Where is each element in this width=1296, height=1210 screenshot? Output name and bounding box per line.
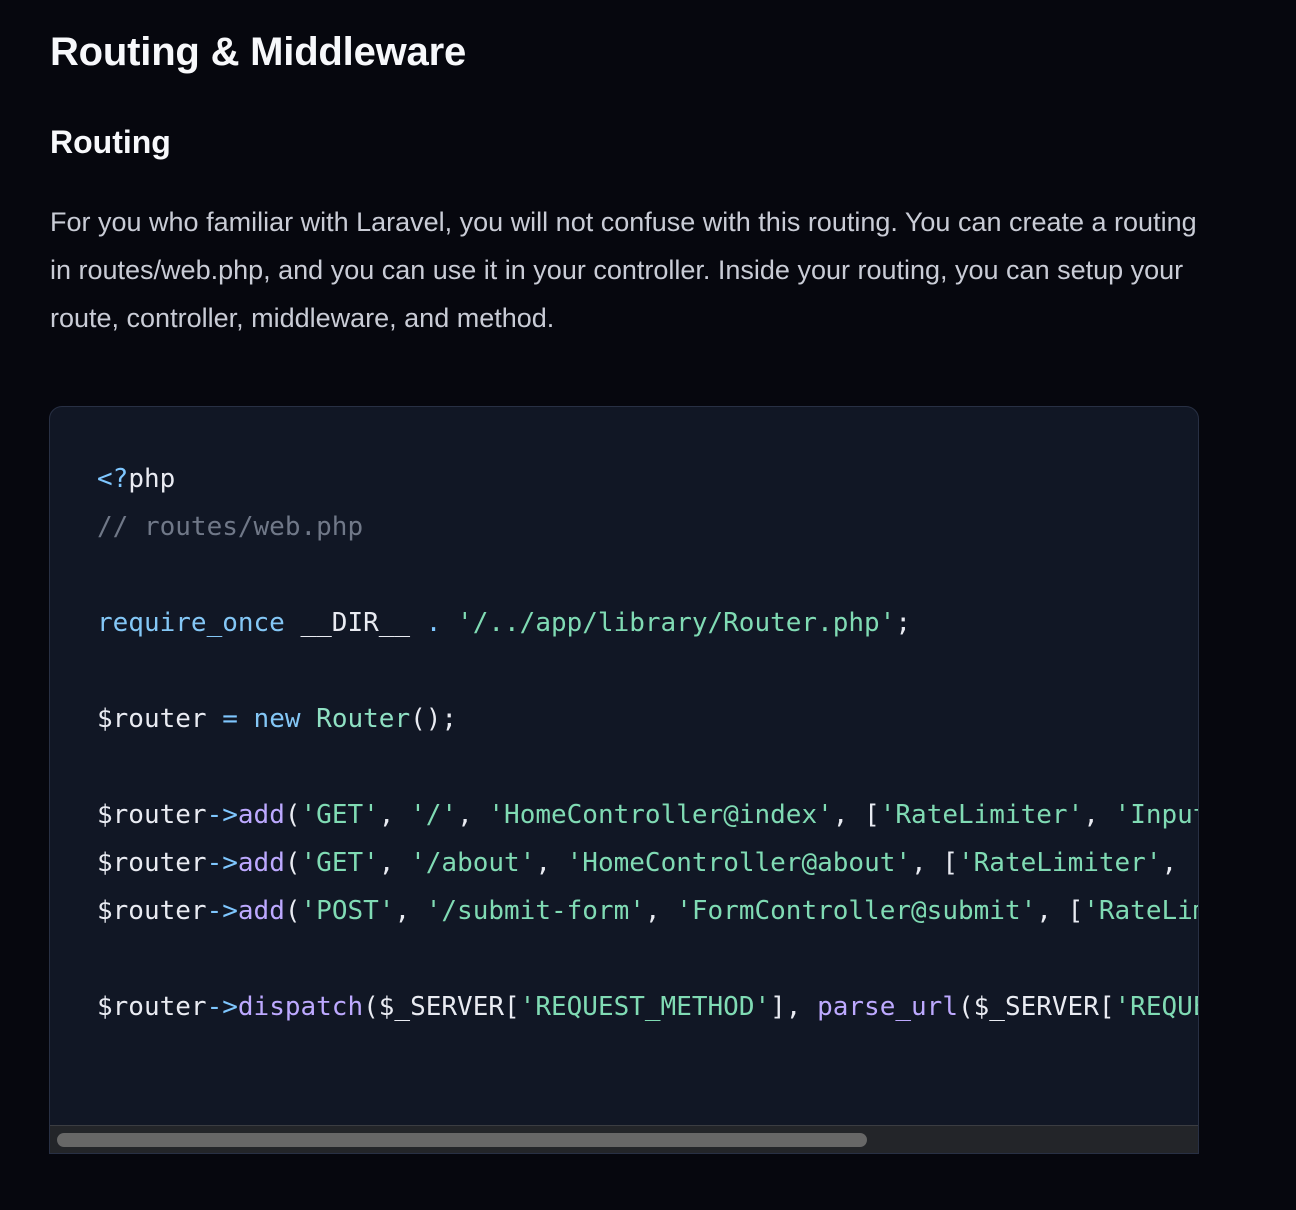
- code-line-8: $router->add('GET', '/', 'HomeController…: [97, 791, 1198, 839]
- object-arrow: ->: [206, 800, 238, 830]
- open-paren: (: [284, 896, 301, 926]
- server-variable: $_SERVER: [378, 992, 505, 1022]
- code-line-4: require_once __DIR__ . '/../app/library/…: [97, 599, 1198, 647]
- get-method-string: 'GET': [300, 848, 379, 878]
- assignment-operator: =: [222, 704, 238, 734]
- code-block[interactable]: <?php // routes/web.php require_once __D…: [49, 406, 1199, 1154]
- middleware-string: 'RateLimiter': [879, 800, 1084, 830]
- code-line-12: $router->dispatch($_SERVER['REQUEST_METH…: [97, 983, 1198, 1031]
- code-line-1: <?php: [97, 455, 1198, 503]
- argument-separator: ,: [457, 800, 489, 830]
- closing-separator: ],: [770, 992, 818, 1022]
- request-uri-key: 'REQUE: [1114, 992, 1198, 1022]
- router-variable: $router: [97, 848, 207, 878]
- router-variable: $router: [97, 896, 207, 926]
- concat-operator: .: [425, 608, 442, 638]
- php-open-tag: <?: [97, 464, 129, 494]
- semicolon: ;: [895, 608, 911, 638]
- object-arrow: ->: [206, 896, 238, 926]
- router-variable: $router: [97, 992, 207, 1022]
- controller-action-string: 'FormController@submit': [676, 896, 1037, 926]
- open-paren: (: [284, 848, 301, 878]
- open-bracket: [: [1098, 992, 1115, 1022]
- open-paren: (: [284, 800, 301, 830]
- add-method: add: [237, 896, 285, 926]
- route-path-string: '/about': [410, 848, 536, 878]
- route-path-string: '/': [410, 800, 458, 830]
- middleware-string: 'RateLimiter': [958, 848, 1162, 878]
- add-method: add: [237, 800, 285, 830]
- open-bracket: [: [504, 992, 520, 1022]
- object-arrow: ->: [206, 848, 238, 878]
- code-comment: // routes/web.php: [97, 512, 364, 542]
- argument-separator: ,: [378, 800, 411, 830]
- php-keyword: php: [128, 464, 176, 494]
- server-variable: $_SERVER: [973, 992, 1099, 1022]
- page-title: Routing & Middleware: [50, 30, 467, 74]
- open-bracket: [: [1067, 896, 1084, 926]
- middleware-string: 'Input: [1114, 800, 1198, 830]
- add-method: add: [237, 848, 285, 878]
- open-bracket: [: [942, 848, 958, 878]
- controller-action-string: 'HomeController@about': [566, 848, 912, 878]
- get-method-string: 'GET': [300, 800, 379, 830]
- code-line-6: $router = new Router();: [97, 695, 1198, 743]
- argument-separator: ,: [1036, 896, 1068, 926]
- argument-separator: ,: [911, 848, 943, 878]
- dispatch-method: dispatch: [237, 992, 364, 1022]
- post-method-string: 'POST': [300, 896, 395, 926]
- code-line-9: $router->add('GET', '/about', 'HomeContr…: [97, 839, 1198, 887]
- argument-separator: ,: [1083, 800, 1115, 830]
- argument-separator: ,: [535, 848, 567, 878]
- new-keyword: new: [253, 704, 301, 734]
- constructor-call-tail: ();: [410, 704, 458, 734]
- controller-action-string: 'HomeController@index': [488, 800, 833, 830]
- middleware-string: ': [1193, 848, 1198, 878]
- section-title-routing: Routing: [50, 124, 171, 160]
- require-once-keyword: require_once: [97, 608, 285, 638]
- argument-separator: ,: [378, 848, 411, 878]
- code-content: <?php // routes/web.php require_once __D…: [97, 455, 1198, 1123]
- horizontal-scrollbar-thumb[interactable]: [57, 1133, 867, 1147]
- parse-url-function: parse_url: [817, 992, 958, 1022]
- router-path-string: '/../app/library/Router.php': [457, 608, 896, 638]
- open-bracket: [: [864, 800, 880, 830]
- router-variable: $router: [97, 800, 207, 830]
- argument-separator: ,: [832, 800, 865, 830]
- request-method-key: 'REQUEST_METHOD': [519, 992, 771, 1022]
- argument-separator: ,: [394, 896, 426, 926]
- routing-description: For you who familiar with Laravel, you w…: [50, 207, 1197, 333]
- argument-separator: ,: [1161, 848, 1193, 878]
- open-paren: (: [957, 992, 974, 1022]
- code-line-10: $router->add('POST', '/submit-form', 'Fo…: [97, 887, 1198, 935]
- dir-constant: __DIR__: [300, 608, 411, 638]
- code-line-2: // routes/web.php: [97, 503, 1198, 551]
- router-class: Router: [316, 704, 411, 734]
- route-path-string: '/submit-form': [425, 896, 645, 926]
- object-arrow: ->: [206, 992, 238, 1022]
- middleware-string: 'RateLim: [1083, 896, 1198, 926]
- argument-separator: ,: [644, 896, 677, 926]
- horizontal-scrollbar-track[interactable]: [50, 1125, 1198, 1153]
- router-variable: $router: [97, 704, 207, 734]
- open-paren: (: [363, 992, 379, 1022]
